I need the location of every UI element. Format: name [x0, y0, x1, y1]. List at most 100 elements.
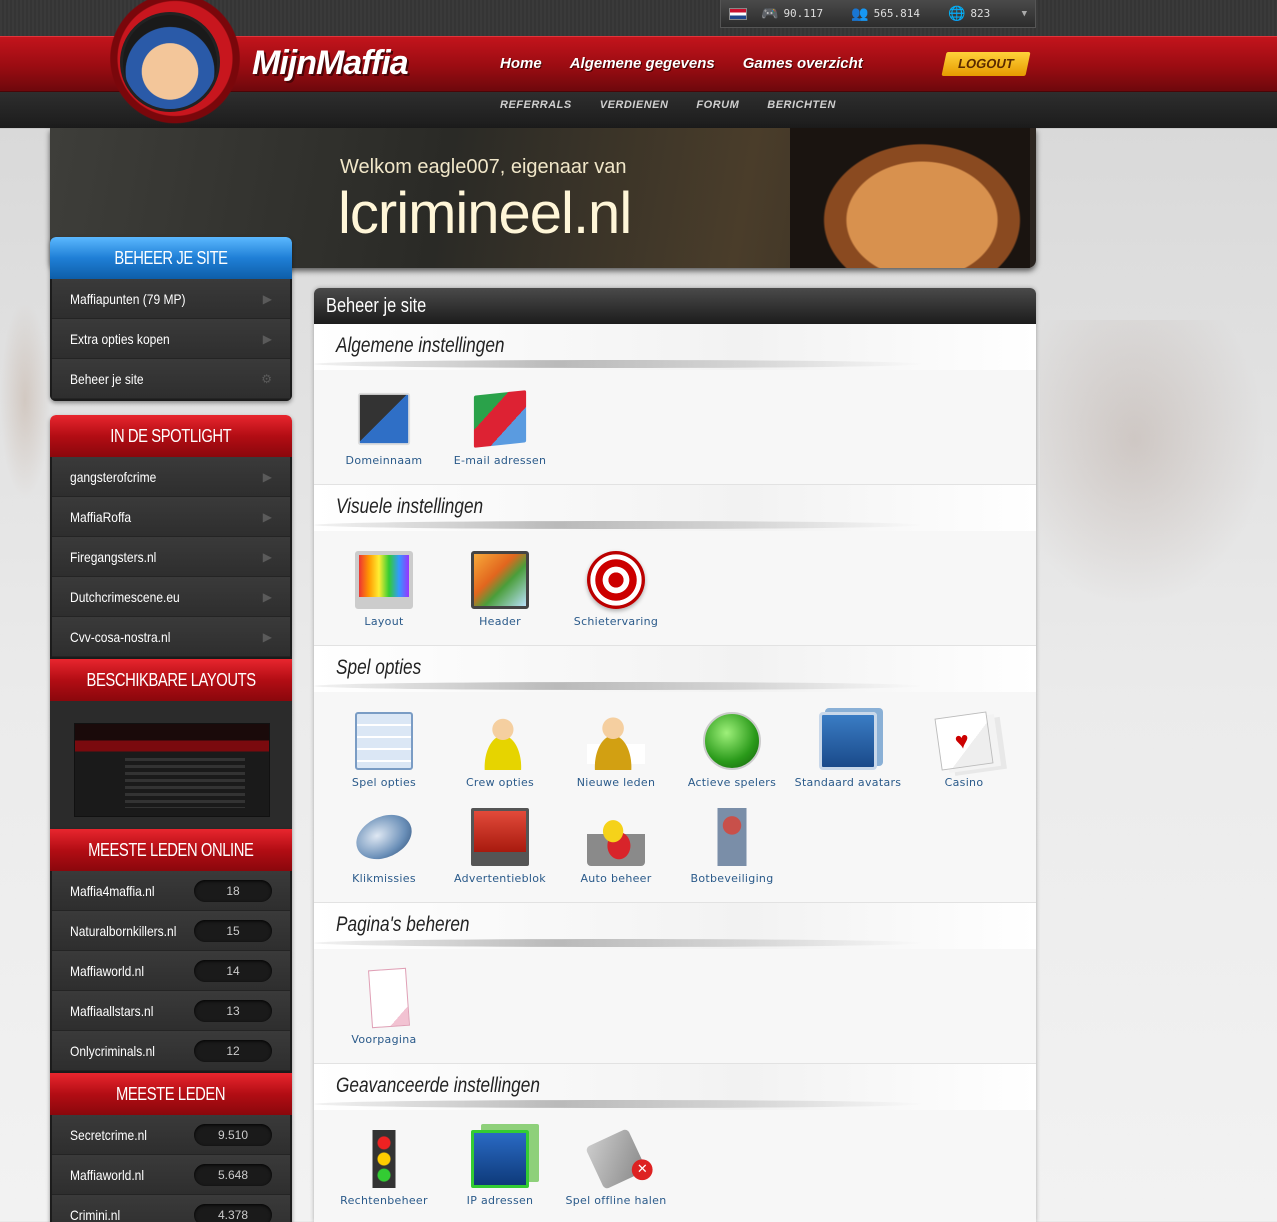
nav-algemene-gegevens[interactable]: Algemene gegevens: [570, 55, 715, 72]
icon-grid: Domeinnaam E-mail adressen: [314, 370, 1036, 490]
arrow-right-icon: ▶: [262, 629, 272, 644]
list-item[interactable]: Crimini.nl 4.378: [52, 1195, 290, 1222]
list-item[interactable]: Maffia4maffia.nl 18: [52, 871, 290, 911]
count-badge: 12: [194, 1039, 272, 1062]
list-item[interactable]: Maffiaworld.nl 14: [52, 951, 290, 991]
sidebar-spotlight-list: gangsterofcrime ▶ MaffiaRoffa ▶ Firegangst…: [50, 457, 292, 659]
sidebar-spotlight-title: IN DE SPOTLIGHT: [50, 415, 292, 457]
spel-offline-button[interactable]: Spel offline halen: [558, 1124, 674, 1220]
count-badge: 5.648: [194, 1163, 272, 1186]
list-item[interactable]: MaffiaRoffa ▶: [52, 497, 290, 537]
layout-preview-wrap: [50, 701, 292, 829]
list-item[interactable]: Naturalbornkillers.nl 15: [52, 911, 290, 951]
background-figure-right: [1040, 320, 1277, 620]
stats-bar: 🎮 90.117 👥 565.814 🌐 823 ▼: [720, 0, 1036, 28]
actieve-spelers-button[interactable]: Actieve spelers: [674, 706, 790, 802]
gear-icon: ⚙: [261, 371, 272, 386]
users-count: 565.814: [873, 7, 920, 20]
spel-opties-button[interactable]: Spel opties: [326, 706, 442, 802]
sidebar-item-extra-opties[interactable]: Extra opties kopen ▶: [52, 319, 290, 359]
section-title: Algemene instellingen: [314, 324, 1036, 370]
mouse-icon: [349, 806, 419, 868]
schietervaring-button[interactable]: Schietervaring: [558, 545, 674, 641]
layout-preview-thumbnail[interactable]: [74, 723, 270, 817]
icon-grid: Voorpagina: [314, 949, 1036, 1069]
list-item[interactable]: Maffiaallstars.nl 13: [52, 991, 290, 1031]
domeinnaam-button[interactable]: Domeinnaam: [326, 384, 442, 480]
sidebar-members-list: Secretcrime.nl 9.510 Maffiaworld.nl 5.648 …: [50, 1115, 292, 1222]
auto-beheer-button[interactable]: Auto beheer: [558, 802, 674, 898]
advertentieblok-button[interactable]: Advertentieblok: [442, 802, 558, 898]
section-title: Visuele instellingen: [314, 485, 1036, 531]
games-stat: 🎮 90.117: [761, 6, 823, 22]
sidebar: BEHEER JE SITE Maffiapunten (79 MP) ▶ Ext…: [50, 237, 292, 1222]
list-item[interactable]: Secretcrime.nl 9.510: [52, 1115, 290, 1155]
count-badge: 14: [194, 959, 272, 982]
voorpagina-button[interactable]: Voorpagina: [326, 963, 442, 1059]
nav-forum[interactable]: FORUM: [696, 99, 739, 111]
arrow-right-icon: ▶: [262, 291, 272, 306]
icon-grid: Rechtenbeheer IP adressen Spel offline h…: [314, 1110, 1036, 1222]
sidebar-online: MEESTE LEDEN ONLINE Maffia4maffia.nl 18 N…: [50, 829, 292, 1073]
sub-nav: REFERRALS VERDIENEN FORUM BERICHTEN: [500, 99, 836, 111]
welcome-text: Welkom eagle007, eigenaar van: [340, 156, 627, 178]
ip-adressen-button[interactable]: IP adressen: [442, 1124, 558, 1220]
site-name: lcrimineel.nl: [338, 181, 632, 246]
billboard-icon: [471, 808, 529, 866]
list-item[interactable]: Onlycriminals.nl 12: [52, 1031, 290, 1071]
section-spel: Spel opties Spel opties Crew opties Nieu…: [314, 646, 1036, 903]
network-icon: [471, 1130, 529, 1188]
beheer-panel: Beheer je site Algemene instellingen Dom…: [314, 288, 1036, 1222]
traffic-light-icon: [355, 1130, 413, 1188]
email-adressen-button[interactable]: E-mail adressen: [442, 384, 558, 480]
botbeveiliging-button[interactable]: Botbeveiliging: [674, 802, 790, 898]
sidebar-beheer: BEHEER JE SITE Maffiapunten (79 MP) ▶ Ext…: [50, 237, 292, 401]
nieuwe-leden-button[interactable]: Nieuwe leden: [558, 706, 674, 802]
count-badge: 4.378: [194, 1203, 272, 1222]
nav-verdienen[interactable]: VERDIENEN: [600, 99, 669, 111]
sidebar-layouts-title: BESCHIKBARE LAYOUTS: [50, 659, 292, 701]
checklist-icon: [355, 712, 413, 770]
sidebar-item-maffiapunten[interactable]: Maffiapunten (79 MP) ▶: [52, 279, 290, 319]
nav-berichten[interactable]: BERICHTEN: [767, 99, 836, 111]
klikmissies-button[interactable]: Klikmissies: [326, 802, 442, 898]
chevron-down-icon[interactable]: ▼: [1022, 9, 1027, 19]
panel-title: Beheer je site: [314, 288, 1036, 324]
list-item[interactable]: Dutchcrimescene.eu ▶: [52, 577, 290, 617]
logout-button[interactable]: LOGOUT: [941, 52, 1031, 76]
crew-icon: [471, 712, 529, 770]
arrow-right-icon: ▶: [262, 331, 272, 346]
banner-character-image: [790, 128, 1030, 268]
standaard-avatars-button[interactable]: Standaard avatars: [790, 706, 906, 802]
logo-text[interactable]: MijnMaffia: [252, 44, 409, 83]
crew-opties-button[interactable]: Crew opties: [442, 706, 558, 802]
sidebar-members: MEESTE LEDEN Secretcrime.nl 9.510 Maffiaw…: [50, 1073, 292, 1222]
list-item[interactable]: Cvv-cosa-nostra.nl ▶: [52, 617, 290, 657]
sidebar-item-beheer[interactable]: Beheer je site ⚙: [52, 359, 290, 399]
sidebar-beheer-title: BEHEER JE SITE: [50, 237, 292, 279]
sites-stat: 🌐 823: [948, 6, 990, 22]
section-visuele: Visuele instellingen Layout Header Schie…: [314, 485, 1036, 646]
header-button[interactable]: Header: [442, 545, 558, 641]
list-item[interactable]: Firegangsters.nl ▶: [52, 537, 290, 577]
nav-home[interactable]: Home: [500, 55, 542, 72]
walking-person-icon: [703, 712, 761, 770]
section-paginas: Pagina's beheren Voorpagina: [314, 903, 1036, 1064]
section-title: Spel opties: [314, 646, 1036, 692]
count-badge: 15: [194, 919, 272, 942]
sites-count: 823: [970, 7, 991, 20]
logo-mascot-icon[interactable]: [120, 12, 220, 112]
sidebar-spotlight: IN DE SPOTLIGHT gangsterofcrime ▶ MaffiaR…: [50, 415, 292, 659]
rechtenbeheer-button[interactable]: Rechtenbeheer: [326, 1124, 442, 1220]
unplug-icon: [585, 1128, 647, 1190]
casino-button[interactable]: Casino: [906, 706, 1022, 802]
nav-games-overzicht[interactable]: Games overzicht: [743, 55, 863, 72]
list-item[interactable]: gangsterofcrime ▶: [52, 457, 290, 497]
layout-button[interactable]: Layout: [326, 545, 442, 641]
list-item[interactable]: Maffiaworld.nl 5.648: [52, 1155, 290, 1195]
nav-referrals[interactable]: REFERRALS: [500, 99, 572, 111]
section-algemene: Algemene instellingen Domeinnaam E-mail …: [314, 324, 1036, 485]
dutch-flag-icon[interactable]: [729, 7, 747, 20]
games-count: 90.117: [783, 7, 824, 20]
cards-icon: [934, 711, 994, 771]
